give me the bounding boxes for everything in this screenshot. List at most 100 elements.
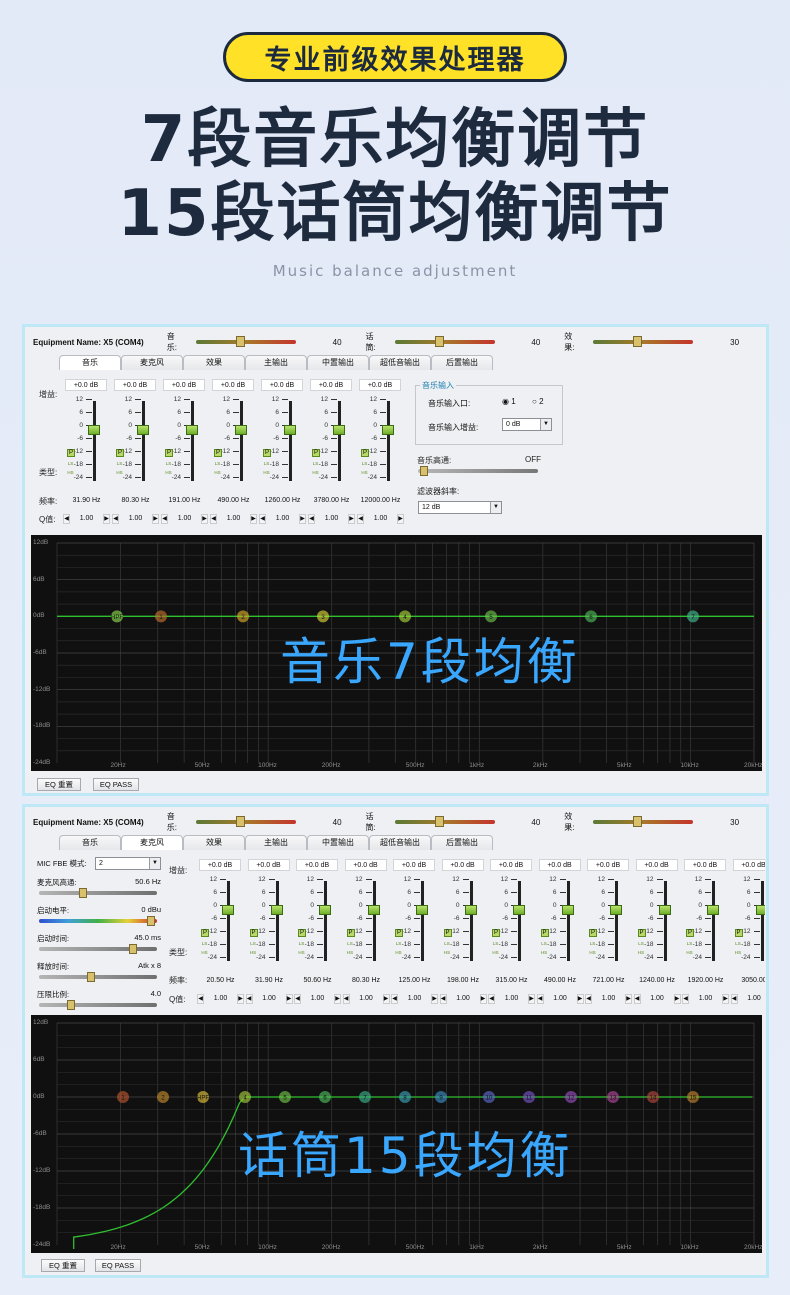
lowshelf-type-tag[interactable]: LS [201, 941, 208, 947]
band-fader-knob[interactable] [186, 425, 198, 435]
filter-slope-select[interactable]: 12 dB ▼ [418, 501, 502, 514]
highshelf-type-tag[interactable]: HS [214, 470, 221, 476]
band-fader-track[interactable] [338, 401, 341, 481]
highshelf-type-tag[interactable]: HS [589, 950, 596, 956]
q-decrease-button[interactable]: ◀ [730, 993, 738, 1004]
ratio-slider[interactable] [39, 1000, 157, 1010]
band-gain-value[interactable]: +0.0 dB [538, 859, 581, 871]
band-gain-value[interactable]: +0.0 dB [261, 379, 303, 391]
band-fader-knob[interactable] [416, 905, 428, 915]
band-fader-track[interactable] [469, 881, 473, 961]
band-fader-knob[interactable] [561, 905, 574, 915]
tab-main-output[interactable]: 主输出 [245, 835, 307, 850]
band-fader-track[interactable] [227, 881, 230, 961]
band-gain-value[interactable]: +0.0 dB [212, 379, 254, 391]
band-fader-knob[interactable] [367, 905, 380, 915]
band-gain-value[interactable]: +0.0 dB [344, 859, 387, 871]
eq-reset-button[interactable]: EQ 重置 [37, 778, 81, 791]
q-decrease-button[interactable]: ◀ [63, 513, 70, 524]
q-decrease-button[interactable]: ◀ [585, 993, 592, 1004]
q-increase-button[interactable]: ▶ [431, 993, 438, 1004]
tab-rear-output[interactable]: 后置输出 [431, 355, 493, 370]
slider-knob[interactable] [235, 816, 245, 827]
band-fader-knob[interactable] [610, 905, 622, 915]
highshelf-type-tag[interactable]: HS [395, 950, 402, 956]
q-decrease-button[interactable]: ◀ [536, 993, 544, 1004]
tab-effect[interactable]: 效果 [183, 355, 245, 370]
music-volume-slider[interactable] [195, 336, 296, 347]
highshelf-type-tag[interactable]: HS [361, 470, 368, 476]
highshelf-type-tag[interactable]: HS [347, 950, 354, 956]
tab-music[interactable]: 音乐 [59, 355, 121, 370]
slider-knob[interactable] [79, 888, 87, 898]
band-fader-track[interactable] [275, 881, 279, 961]
q-increase-button[interactable]: ▶ [397, 513, 404, 524]
lowshelf-type-tag[interactable]: LS [686, 941, 693, 947]
peak-type-tag[interactable]: P [540, 929, 549, 937]
lowshelf-type-tag[interactable]: LS [312, 461, 319, 467]
q-increase-button[interactable]: ▶ [250, 513, 257, 524]
port-1-radio[interactable]: ◉ 1 [502, 397, 516, 406]
band-gain-value[interactable]: +0.0 dB [296, 859, 338, 871]
eq-pass-button[interactable]: EQ PASS [95, 1259, 141, 1272]
peak-type-tag[interactable]: P [249, 929, 258, 937]
lowshelf-type-tag[interactable]: LS [347, 941, 354, 947]
lowshelf-type-tag[interactable]: LS [735, 941, 742, 947]
q-increase-button[interactable]: ▶ [237, 993, 244, 1004]
lowshelf-type-tag[interactable]: LS [165, 461, 172, 467]
q-increase-button[interactable]: ▶ [103, 513, 110, 524]
highshelf-type-tag[interactable]: HS [492, 950, 499, 956]
peak-type-tag[interactable]: P [67, 449, 75, 457]
q-increase-button[interactable]: ▶ [625, 993, 632, 1004]
lowshelf-type-tag[interactable]: LS [298, 941, 305, 947]
lowshelf-type-tag[interactable]: LS [250, 941, 257, 947]
band-gain-value[interactable]: +0.0 dB [65, 379, 107, 391]
q-decrease-button[interactable]: ◀ [308, 513, 315, 524]
band-gain-value[interactable]: +0.0 dB [199, 859, 241, 871]
band-fader-knob[interactable] [88, 425, 100, 435]
lowshelf-type-tag[interactable]: LS [263, 461, 270, 467]
lowshelf-type-tag[interactable]: LS [444, 941, 451, 947]
band-fader-track[interactable] [240, 401, 243, 481]
band-fader-knob[interactable] [222, 905, 234, 915]
q-decrease-button[interactable]: ◀ [488, 993, 495, 1004]
peak-type-tag[interactable]: P [395, 929, 403, 937]
band-fader-knob[interactable] [319, 905, 331, 915]
band-gain-value[interactable]: +0.0 dB [732, 859, 765, 871]
lowshelf-type-tag[interactable]: LS [638, 941, 645, 947]
peak-type-tag[interactable]: P [116, 449, 124, 457]
band-fader-knob[interactable] [270, 905, 283, 915]
q-decrease-button[interactable]: ◀ [245, 993, 253, 1004]
band-fader-knob[interactable] [333, 425, 345, 435]
slider-knob[interactable] [147, 916, 155, 926]
q-decrease-button[interactable]: ◀ [633, 993, 641, 1004]
band-fader-track[interactable] [372, 881, 376, 961]
band-gain-value[interactable]: +0.0 dB [684, 859, 726, 871]
q-increase-button[interactable]: ▶ [152, 513, 159, 524]
q-decrease-button[interactable]: ◀ [682, 993, 689, 1004]
q-increase-button[interactable]: ▶ [285, 993, 293, 1004]
band-gain-value[interactable]: +0.0 dB [114, 379, 156, 391]
effect-volume-slider[interactable] [593, 336, 694, 347]
highshelf-type-tag[interactable]: HS [165, 470, 172, 476]
band-fader-track[interactable] [760, 881, 764, 961]
q-increase-button[interactable]: ▶ [576, 993, 584, 1004]
q-increase-button[interactable]: ▶ [299, 513, 306, 524]
highshelf-type-tag[interactable]: HS [67, 470, 74, 476]
q-decrease-button[interactable]: ◀ [342, 993, 350, 1004]
q-decrease-button[interactable]: ◀ [391, 993, 398, 1004]
band-fader-knob[interactable] [284, 425, 296, 435]
peak-type-tag[interactable]: P [589, 929, 597, 937]
peak-type-tag[interactable]: P [443, 929, 452, 937]
lowshelf-type-tag[interactable]: LS [589, 941, 596, 947]
highshelf-type-tag[interactable]: HS [638, 950, 645, 956]
lowshelf-type-tag[interactable]: LS [214, 461, 221, 467]
music-volume-slider[interactable] [195, 816, 296, 827]
q-increase-button[interactable]: ▶ [528, 993, 535, 1004]
start-level-slider[interactable] [39, 916, 157, 926]
band-fader-knob[interactable] [137, 425, 149, 435]
lowshelf-type-tag[interactable]: LS [492, 941, 499, 947]
slider-knob[interactable] [434, 816, 444, 827]
band-fader-track[interactable] [566, 881, 570, 961]
band-fader-track[interactable] [712, 881, 715, 961]
